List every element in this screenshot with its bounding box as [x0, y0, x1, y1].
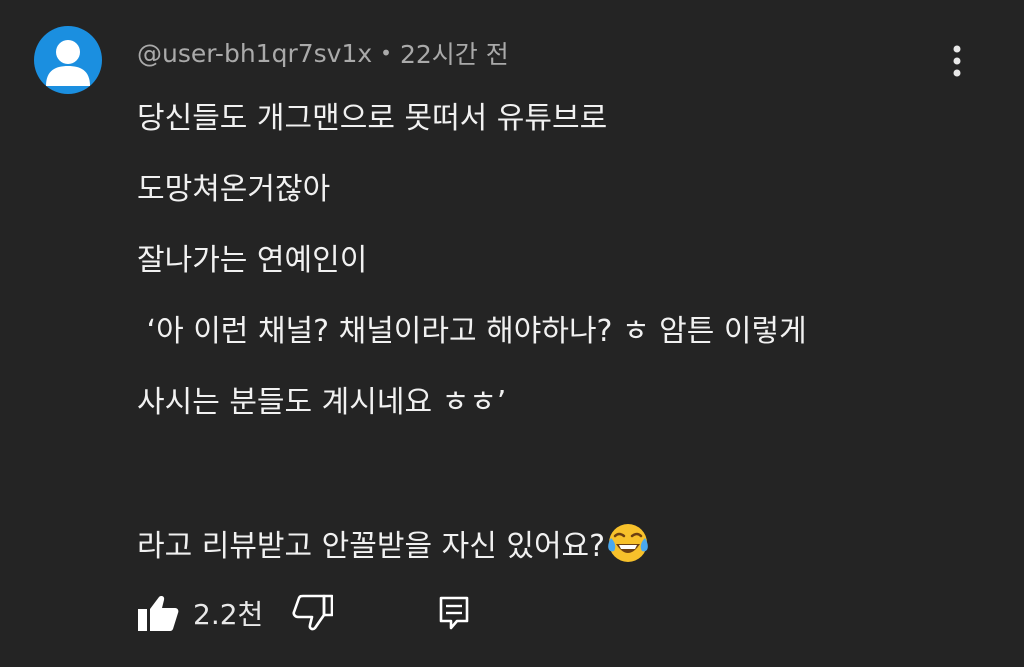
author-name[interactable]: @user-bh1qr7sv1x [137, 39, 372, 68]
face-with-tears-of-joy-icon [608, 524, 648, 562]
like-count: 2.2천 [193, 598, 264, 631]
comment-actions: 2.2천 [137, 590, 469, 636]
thumbs-up-icon [138, 596, 179, 631]
thumbs-down-icon [292, 594, 334, 631]
reply-button[interactable] [439, 596, 469, 630]
comment-line-blank [137, 451, 997, 497]
comment-line: 도망쳐온거잖아 [137, 172, 331, 207]
comment-line: 잘나가는 연예인이 [137, 243, 368, 278]
more-vertical-icon [953, 45, 961, 77]
comment-time[interactable]: 22시간 전 [400, 35, 509, 71]
user-icon [46, 40, 90, 86]
dislike-button[interactable] [291, 594, 334, 632]
separator-dot: • [380, 41, 392, 65]
comment-line: 라고 리뷰받고 안꼴받을 자신 있어요? [137, 529, 606, 564]
comment-card: @user-bh1qr7sv1x • 22시간 전 당신들도 개그맨으로 못떠서… [0, 0, 1024, 667]
comment-line: 당신들도 개그맨으로 못떠서 유튜브로 [137, 101, 608, 136]
comment-line: 사시는 분들도 계시네요 ㅎㅎ’ [137, 385, 507, 420]
comment-line: ‘아 이런 채널? 채널이라고 해야하나? ㅎ 암튼 이렇게 [137, 314, 807, 349]
reply-icon [439, 596, 469, 630]
more-options-button[interactable] [940, 40, 974, 80]
like-button[interactable]: 2.2천 [137, 593, 291, 633]
avatar[interactable] [34, 26, 102, 94]
comment-line-last: 라고 리뷰받고 안꼴받을 자신 있어요? [137, 522, 997, 568]
comment-text: 당신들도 개그맨으로 못떠서 유튜브로 도망쳐온거잖아 잘나가는 연예인이 ‘아… [137, 96, 997, 593]
comment-header: @user-bh1qr7sv1x • 22시간 전 [137, 34, 509, 72]
